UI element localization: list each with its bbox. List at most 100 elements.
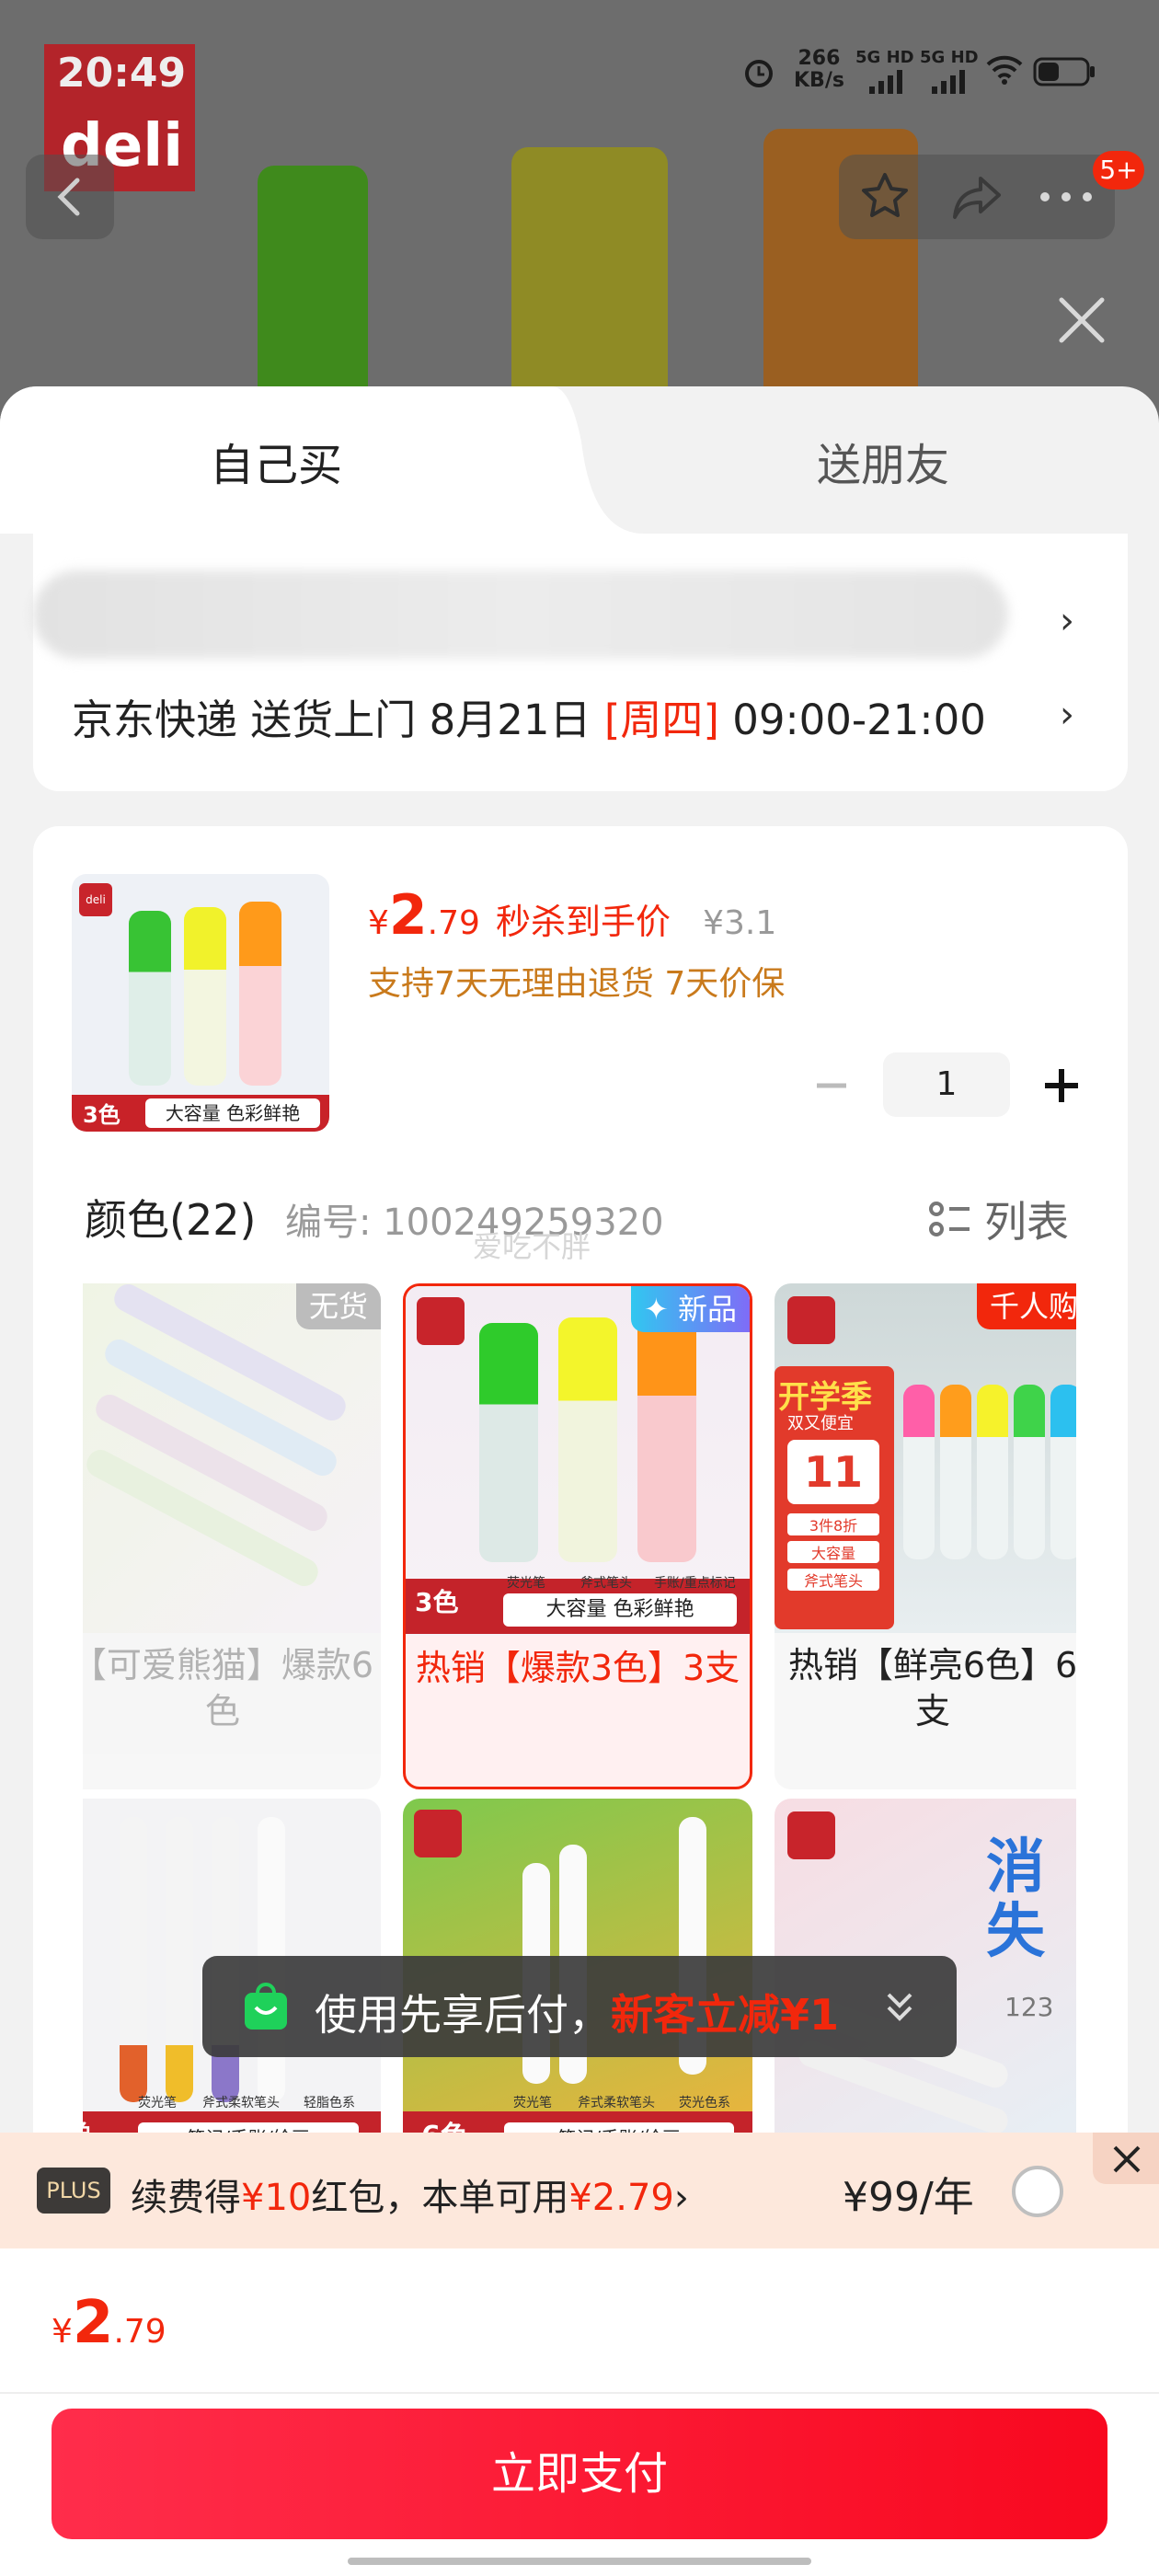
network-speed: 266 KB/s	[794, 48, 844, 92]
plus-t2: 红包，本单可用	[311, 2177, 569, 2219]
price-dec: .79	[427, 904, 480, 942]
variant-logo	[414, 1810, 462, 1857]
home-indicator[interactable]	[348, 2558, 811, 2565]
service-guarantee: 支持7天无理由退货 7天价保	[368, 965, 786, 1003]
variant-badge-outofstock: 无货	[295, 1283, 381, 1329]
variant-caption: 【可爱熊猫】爆款6色	[83, 1645, 374, 1731]
quantity-input[interactable]: 1	[883, 1052, 1010, 1117]
banner-pen-yellow	[511, 147, 668, 405]
promo-poster-price: 11	[787, 1440, 879, 1504]
toast-highlight: 新客立减¥1	[611, 1990, 840, 2040]
variant-card-6color[interactable]: 开学季 双又便宜 11 3件8折 大容量 斧式笔头 千人购 热销【鲜亮6色】6支	[775, 1283, 1076, 1789]
tab-gift-friend[interactable]: 送朋友	[607, 429, 1159, 493]
thumb-tag: 3色	[83, 1102, 120, 1128]
variant-img-sub1: 荧光笔	[138, 2096, 177, 2110]
variant-card-3color[interactable]: 3色 荧光笔 斧式笔头 手账/重点标记 大容量 色彩鲜艳 ✦ 新品 热销【爆款3…	[403, 1283, 752, 1789]
variant-pen-orange	[120, 1817, 147, 2102]
delivery-chevron-icon: ›	[1060, 694, 1074, 736]
variant-pen-yellow	[977, 1385, 1008, 1559]
promo-poster: 开学季 双又便宜 11 3件8折 大容量 斧式笔头	[775, 1366, 894, 1629]
delivery-prefix: 京东快递 送货上门 8月21日	[72, 696, 604, 744]
promo-poster-line2: 大容量	[787, 1541, 879, 1563]
checkout-footer: ¥2.79 立即支付	[0, 2248, 1159, 2576]
more-icon[interactable]	[1034, 167, 1098, 230]
plus-banner[interactable]: PLUS 续费得¥10红包，本单可用¥2.79› ¥99/年	[0, 2133, 1159, 2248]
footer-total-price: ¥2.79	[52, 2289, 166, 2357]
variant-pen-orange	[637, 1310, 696, 1562]
plus-tag: PLUS	[37, 2168, 110, 2214]
chevron-double-down-icon	[881, 1987, 918, 2031]
battery-icon	[1033, 57, 1097, 92]
pay-now-button[interactable]: 立即支付	[52, 2409, 1107, 2539]
variant-pen-orange	[940, 1385, 971, 1559]
footer-price-int: 2	[72, 2289, 114, 2357]
variant-pen-yellow	[166, 1817, 193, 2102]
list-view-icon[interactable]	[927, 1198, 973, 1246]
thumb-logo: deli	[79, 883, 112, 916]
back-button[interactable]	[26, 155, 114, 239]
shopping-bag-icon	[239, 1980, 293, 2037]
variant-pen-blue	[1050, 1385, 1076, 1559]
plus-v1: ¥10	[241, 2177, 312, 2219]
variant-img-sub2: 斧式柔软笔头	[578, 2096, 655, 2110]
pay-later-toast[interactable]: 使用先享后付，新客立减¥1	[202, 1956, 957, 2057]
footer-price-symbol: ¥	[52, 2313, 73, 2351]
thumb-pen-yellow	[184, 907, 226, 1086]
variant-img-tag: 6色	[421, 2113, 468, 2134]
product-thumbnail: deli 3色 大容量 色彩鲜艳	[72, 874, 329, 1132]
variant-caption: 热销【鲜亮6色】6支	[787, 1645, 1076, 1731]
variant-image: 开学季 双又便宜 11 3件8折 大容量 斧式笔头	[775, 1283, 1076, 1633]
address-card[interactable]: › 京东快递 送货上门 8月21日 [周四] 09:00-21:00 ›	[33, 534, 1128, 791]
thumb-pen-orange	[239, 902, 281, 1086]
plus-icon[interactable]	[1039, 1064, 1084, 1111]
share-icon[interactable]	[947, 167, 1006, 230]
variant-logo	[417, 1297, 465, 1345]
variant-pen-green	[479, 1323, 538, 1562]
speed-unit: KB/s	[794, 69, 844, 92]
address-chevron-icon: ›	[1060, 600, 1074, 642]
status-bar: 266 KB/s 5G HD 5G HD	[740, 48, 1108, 99]
price-symbol: ¥	[368, 904, 389, 942]
wifi-icon	[984, 53, 1025, 92]
delivery-weekday: [周四]	[603, 696, 719, 744]
top-action-group	[839, 155, 1115, 239]
variant-img-caption: 大容量 色彩鲜艳	[503, 1593, 737, 1627]
plus-v2: ¥2.79	[568, 2177, 674, 2219]
promo-label: 秒杀到手价	[496, 902, 671, 942]
plus-arrow: ›	[673, 2177, 689, 2219]
promo-poster-line1: 3件8折	[787, 1513, 879, 1535]
variant-caption: 热销【爆款3色】3支	[415, 1648, 740, 1688]
status-time: 20:49	[57, 50, 187, 97]
original-price: ¥3.1	[703, 904, 777, 942]
plus-checkbox[interactable]	[1012, 2166, 1063, 2217]
toast-label: 使用先享后付，	[315, 1990, 611, 2040]
minus-icon[interactable]	[813, 1067, 850, 1108]
address-blurred	[33, 570, 1008, 659]
notification-badge: 5+	[1093, 151, 1144, 190]
variant-img-sub3: 轻脂色系	[304, 2096, 355, 2110]
favorite-star-icon[interactable]	[855, 167, 914, 230]
variant-logo	[787, 1811, 835, 1859]
variant-img-sub2: 斧式柔软笔头	[202, 2096, 280, 2110]
variant-img-sub1: 荧光笔	[507, 1576, 545, 1591]
variant-logo	[787, 1296, 835, 1344]
close-icon[interactable]	[1056, 294, 1107, 350]
variant-card-panda[interactable]: 无货 【可爱熊猫】爆款6色	[83, 1283, 381, 1789]
tab-self-buy[interactable]: 自己买	[0, 429, 552, 493]
list-view-toggle[interactable]: 列表	[984, 1189, 1069, 1249]
thumb-pen-green	[129, 911, 171, 1086]
variant-pen-pink	[903, 1385, 935, 1559]
chevron-left-icon	[48, 173, 92, 224]
delivery-info: 京东快递 送货上门 8月21日 [周四] 09:00-21:00	[72, 686, 986, 746]
variant-img-sub3: 手账/重点标记	[654, 1576, 736, 1591]
signal-2: 5G HD	[920, 48, 979, 67]
variant-badge-new-label: 新品	[677, 1292, 737, 1327]
plus-close-button[interactable]	[1093, 2133, 1159, 2184]
variant-img-tag: 色	[83, 2113, 92, 2134]
promo-poster-sub: 双又便宜	[787, 1414, 854, 1433]
close-icon	[1111, 2144, 1142, 2179]
variant-img-sub2: 斧式笔头	[580, 1576, 632, 1591]
thumb-caption: 大容量 色彩鲜艳	[145, 1098, 320, 1128]
alarm-icon	[740, 53, 777, 96]
signal-1: 5G HD	[855, 48, 914, 67]
